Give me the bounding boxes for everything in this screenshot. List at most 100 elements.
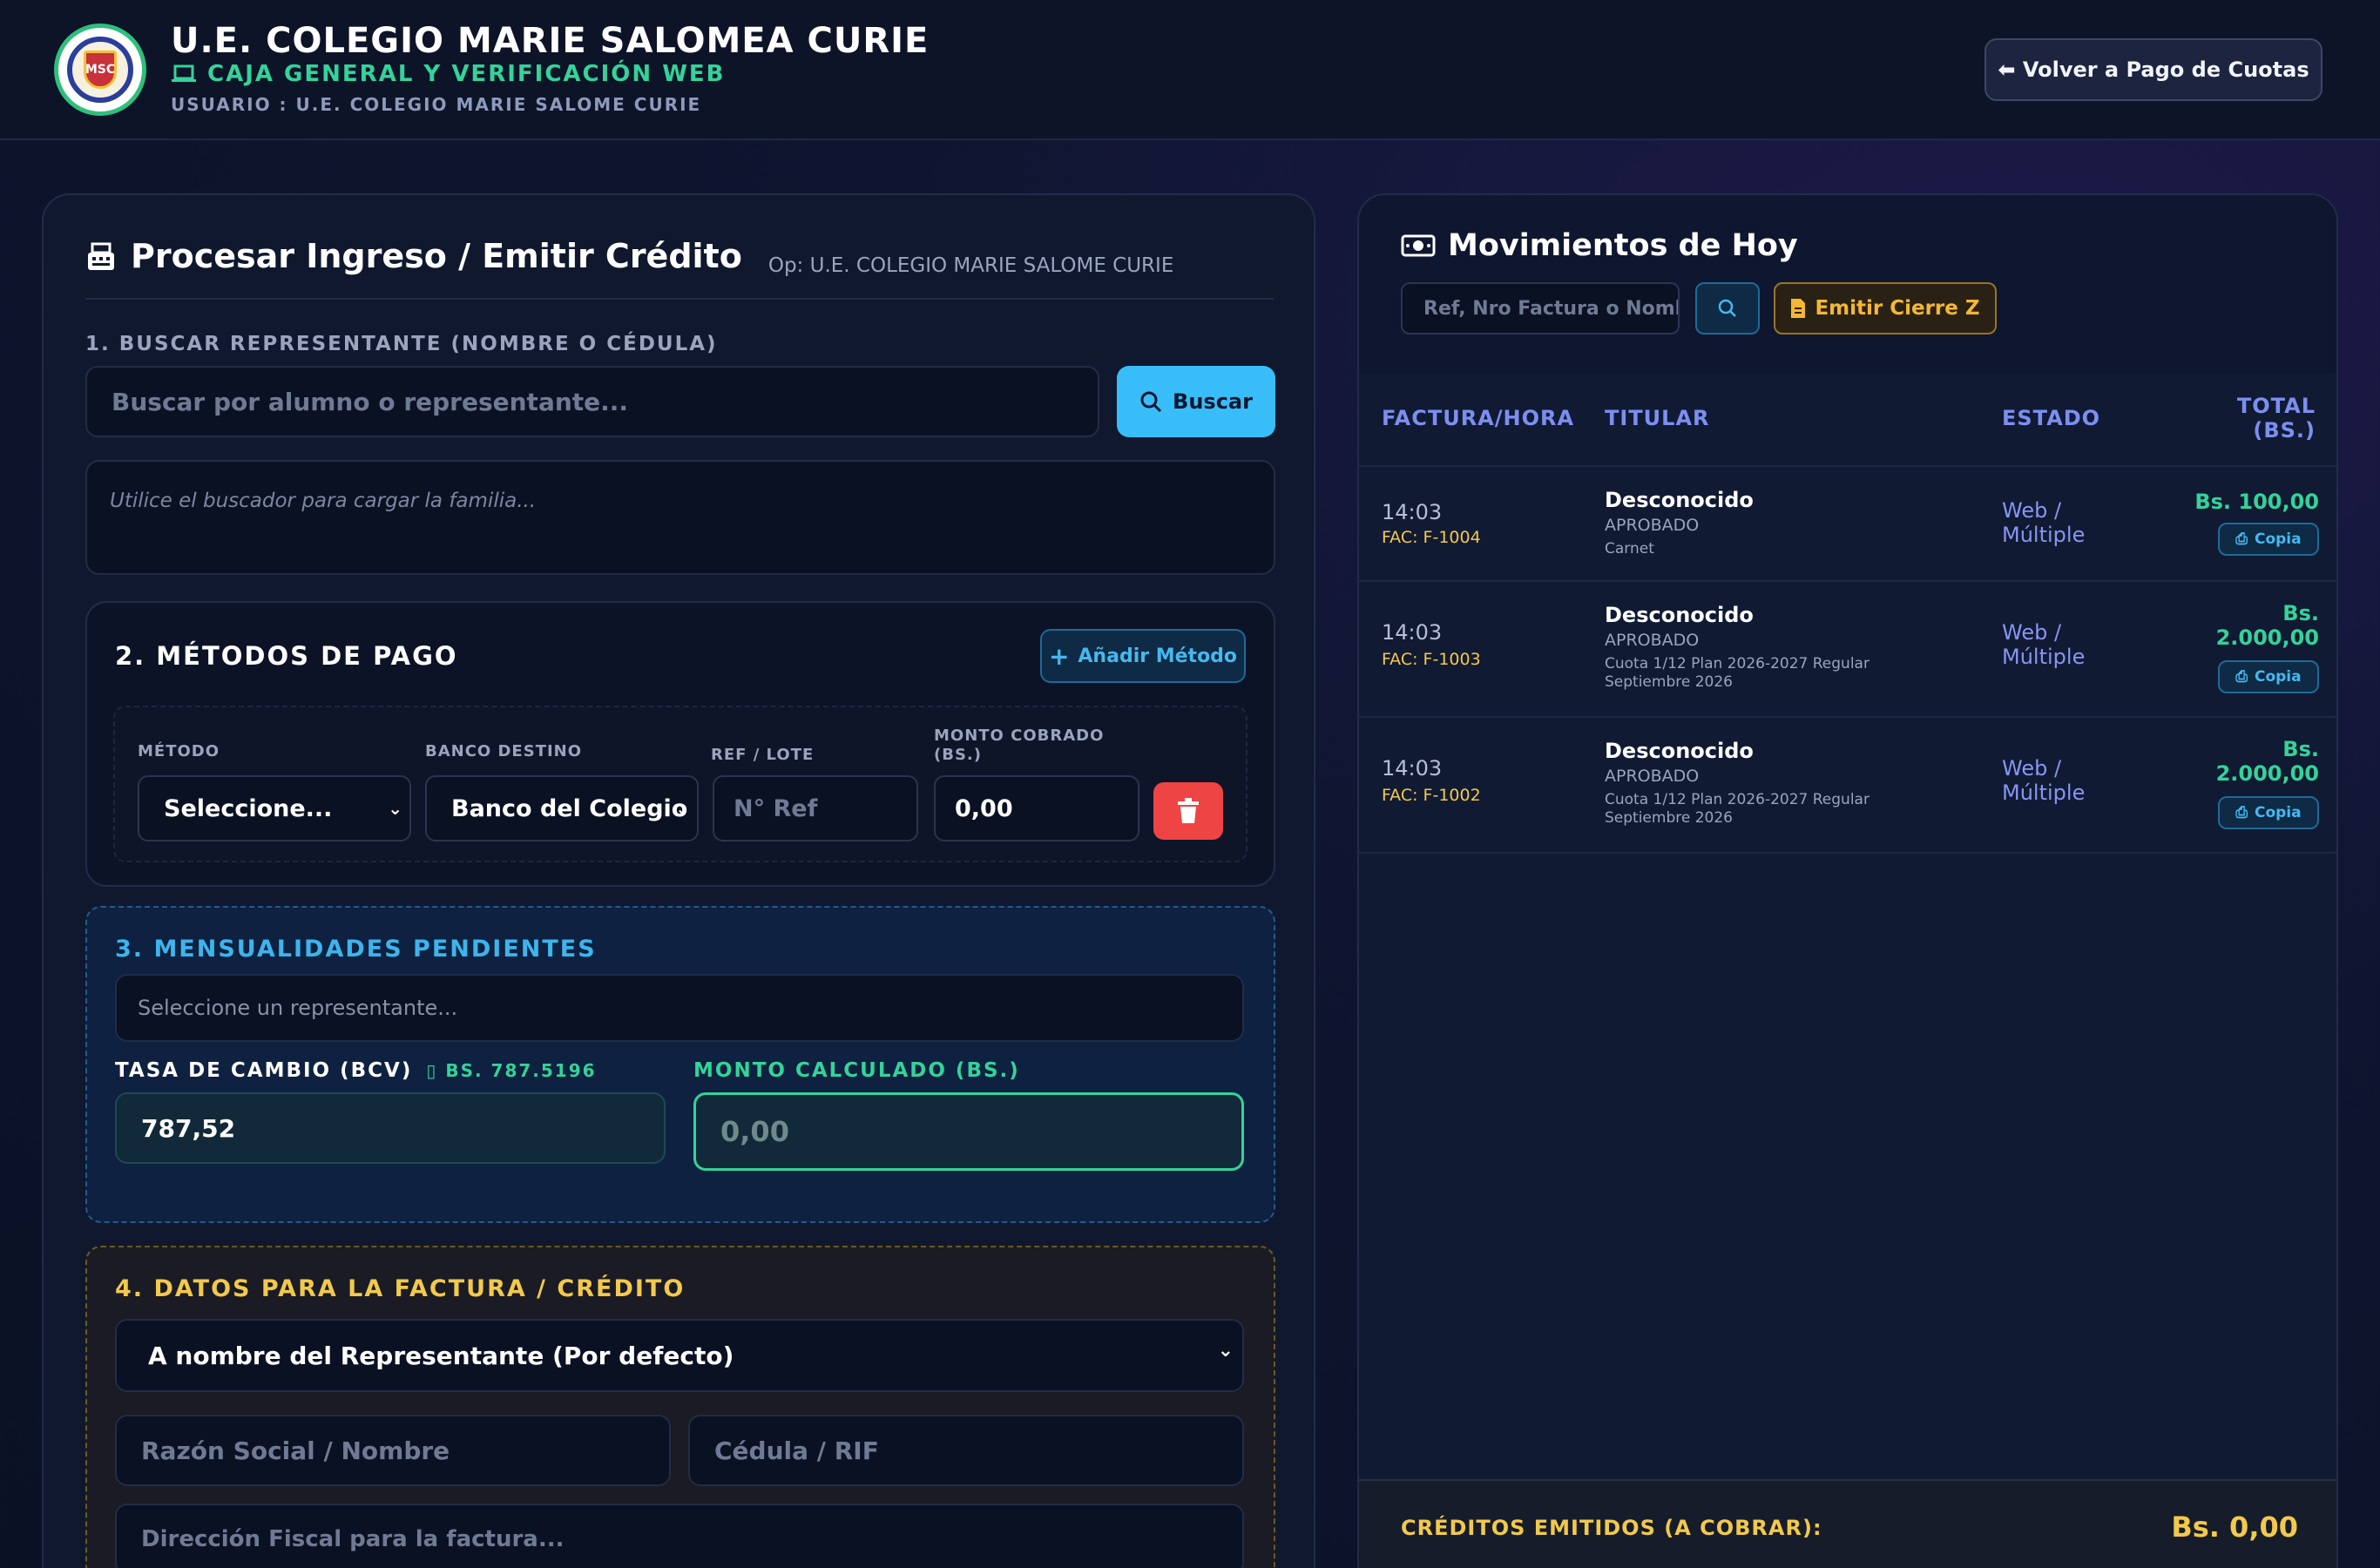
movements-title: Movimientos de Hoy <box>1401 228 1798 263</box>
bank-select-value: Banco del Colegio <box>451 794 688 822</box>
row-name: Desconocido <box>1605 488 1754 512</box>
row-name: Desconocido <box>1605 739 1754 763</box>
panel-header: Procesar Ingreso / Emitir Crédito Op: U.… <box>85 237 1173 277</box>
school-title: U.E. COLEGIO MARIE SALOMEA CURIE <box>171 21 930 61</box>
row-amount-line2: 2.000,00 <box>2215 625 2319 650</box>
file-invoice-icon <box>1791 299 1806 318</box>
bank-select[interactable]: Banco del Colegio ⌄ <box>425 775 699 841</box>
credits-footer: CRÉDITOS EMITIDOS (A COBRAR): Bs. 0,00 <box>1359 1479 2336 1568</box>
row-description: Cuota 1/12 Plan 2026-2027 Regular Septie… <box>1605 791 1870 827</box>
print-copy-button[interactable]: ⎙ Copia <box>2218 660 2319 693</box>
chevron-down-icon: ⌄ <box>1217 1340 1234 1362</box>
invoice-recipient-select[interactable]: A nombre del Representante (Por defecto)… <box>115 1319 1244 1392</box>
table-row[interactable]: 14:03 FAC: F-1002 Desconocido APROBADO C… <box>1359 716 2336 852</box>
ref-input[interactable]: N° Ref <box>713 775 918 841</box>
calculated-amount-label: MONTO CALCULADO (BS.) <box>693 1059 1020 1082</box>
representative-search-input[interactable]: Buscar por alumno o representante... <box>85 366 1099 437</box>
row-estado: Web / Múltiple <box>2002 756 2085 805</box>
row-amount-line1: Bs. <box>2282 737 2319 761</box>
invoice-data-section: 4. DATOS PARA LA FACTURA / CRÉDITO A nom… <box>85 1246 1275 1568</box>
row-amount-line2: 2.000,00 <box>2215 761 2319 786</box>
emit-z-closure-button[interactable]: Emitir Cierre Z <box>1774 282 1997 335</box>
money-icon <box>1401 234 1436 257</box>
movements-search-button[interactable] <box>1695 282 1760 335</box>
row-amount-line1: Bs. <box>2282 601 2319 625</box>
method-select-value: Seleccione... <box>164 794 333 822</box>
search-button[interactable]: Buscar <box>1117 366 1275 437</box>
table-row[interactable]: 14:03 FAC: F-1003 Desconocido APROBADO C… <box>1359 580 2336 716</box>
back-to-payments-button[interactable]: ⬅ Volver a Pago de Cuotas <box>1984 38 2323 101</box>
printer-icon: ⎙ <box>2235 668 2248 686</box>
col-header-total-line2: (BS.) <box>2253 418 2316 443</box>
cedula-rif-input[interactable]: Cédula / RIF <box>688 1415 1244 1486</box>
row-time: 14:03 <box>1382 620 1443 645</box>
row-invoice: FAC: F-1002 <box>1382 786 1481 805</box>
laptop-icon <box>172 64 196 82</box>
plus-icon: + <box>1048 641 1070 671</box>
today-movements-panel: Movimientos de Hoy Ref, Nro Factura o No… <box>1357 193 2338 1568</box>
logo-shield: MSC <box>84 51 117 89</box>
method-select[interactable]: Seleccione... ⌄ <box>138 775 411 841</box>
bank-label: BANCO DESTINO <box>425 742 583 760</box>
printer-icon: ⎙ <box>2235 531 2248 548</box>
panel-title-text: Procesar Ingreso / Emitir Crédito <box>131 237 742 275</box>
razon-social-input[interactable]: Razón Social / Nombre <box>115 1415 671 1486</box>
ref-label: REF / LOTE <box>711 746 815 764</box>
fiscal-address-input[interactable]: Dirección Fiscal para la factura... <box>115 1504 1244 1568</box>
movements-title-text: Movimientos de Hoy <box>1448 228 1798 263</box>
divider <box>85 298 1274 300</box>
add-method-button[interactable]: + Añadir Método <box>1040 629 1246 683</box>
add-method-label: Añadir Método <box>1078 645 1238 667</box>
row-invoice: FAC: F-1004 <box>1382 528 1481 547</box>
app-header: MSC U.E. COLEGIO MARIE SALOMEA CURIE CAJ… <box>0 0 2380 140</box>
credits-label: CRÉDITOS EMITIDOS (A COBRAR): <box>1401 1516 1822 1540</box>
row-estado-line2: Múltiple <box>2002 781 2086 805</box>
movements-search-input[interactable]: Ref, Nro Factura o Nombre <box>1401 282 1680 335</box>
col-header-total: TOTAL (BS.) <box>2237 394 2316 443</box>
print-copy-label: Copia <box>2254 804 2302 821</box>
payment-methods-section: 2. MÉTODOS DE PAGO + Añadir Método MÉTOD… <box>85 601 1275 887</box>
credits-amount: Bs. 0,00 <box>2171 1511 2298 1544</box>
col-header-factura: FACTURA/HORA <box>1382 406 1575 430</box>
payment-method-row: MÉTODO BANCO DESTINO REF / LOTE MONTO CO… <box>113 706 1247 862</box>
row-time: 14:03 <box>1382 500 1443 524</box>
current-user: USUARIO : U.E. COLEGIO MARIE SALOME CURI… <box>171 94 702 115</box>
row-amount: Bs. 2.000,00 <box>2216 601 2319 650</box>
payment-methods-title: 2. MÉTODOS DE PAGO <box>115 641 458 671</box>
family-display: Utilice el buscador para cargar la famil… <box>85 460 1275 575</box>
print-copy-label: Copia <box>2254 531 2302 548</box>
search-icon <box>1718 299 1736 317</box>
calculated-amount-field: 0,00 <box>693 1092 1244 1171</box>
trash-icon <box>1178 798 1199 823</box>
printer-icon: ⎙ <box>2235 804 2248 821</box>
row-status: APROBADO <box>1605 631 1700 650</box>
invoice-data-title: 4. DATOS PARA LA FACTURA / CRÉDITO <box>115 1275 686 1302</box>
emit-z-closure-label: Emitir Cierre Z <box>1815 297 1980 320</box>
search-section-label: 1. BUSCAR REPRESENTANTE (NOMBRE O CÉDULA… <box>85 333 718 355</box>
process-income-panel: Procesar Ingreso / Emitir Crédito Op: U.… <box>42 193 1315 1568</box>
print-copy-label: Copia <box>2254 668 2302 686</box>
row-invoice: FAC: F-1003 <box>1382 650 1481 669</box>
exchange-rate-input[interactable]: 787,52 <box>115 1092 666 1164</box>
chevron-down-icon: ⌄ <box>388 798 402 819</box>
row-description: Cuota 1/12 Plan 2026-2027 Regular Septie… <box>1605 655 1870 691</box>
print-copy-button[interactable]: ⎙ Copia <box>2218 796 2319 829</box>
amount-input[interactable]: 0,00 <box>934 775 1139 841</box>
row-amount: Bs. 100,00 <box>2194 490 2319 514</box>
panel-title: Procesar Ingreso / Emitir Crédito <box>85 237 742 275</box>
row-estado: Web / Múltiple <box>2002 620 2085 669</box>
subtitle-text: CAJA GENERAL Y VERIFICACIÓN WEB <box>207 61 726 87</box>
print-copy-button[interactable]: ⎙ Copia <box>2218 523 2319 556</box>
amount-label-line2: (BS.) <box>934 746 982 764</box>
pending-fees-title: 3. MENSUALIDADES PENDIENTES <box>115 936 597 963</box>
delete-method-button[interactable] <box>1153 782 1223 840</box>
row-time: 14:03 <box>1382 756 1443 781</box>
movements-toolbar: Movimientos de Hoy Ref, Nro Factura o No… <box>1359 195 2336 373</box>
invoice-recipient-value: A nombre del Representante (Por defecto) <box>148 1341 734 1370</box>
row-amount: Bs. 2.000,00 <box>2216 737 2319 786</box>
row-estado-line1: Web / <box>2002 498 2062 523</box>
table-row[interactable]: 14:03 FAC: F-1004 Desconocido APROBADO C… <box>1359 465 2336 580</box>
rate-badge: ▯ BS. 787.5196 <box>426 1060 597 1081</box>
pending-fees-select[interactable]: Seleccione un representante... <box>115 974 1244 1042</box>
row-estado-line1: Web / <box>2002 620 2062 645</box>
